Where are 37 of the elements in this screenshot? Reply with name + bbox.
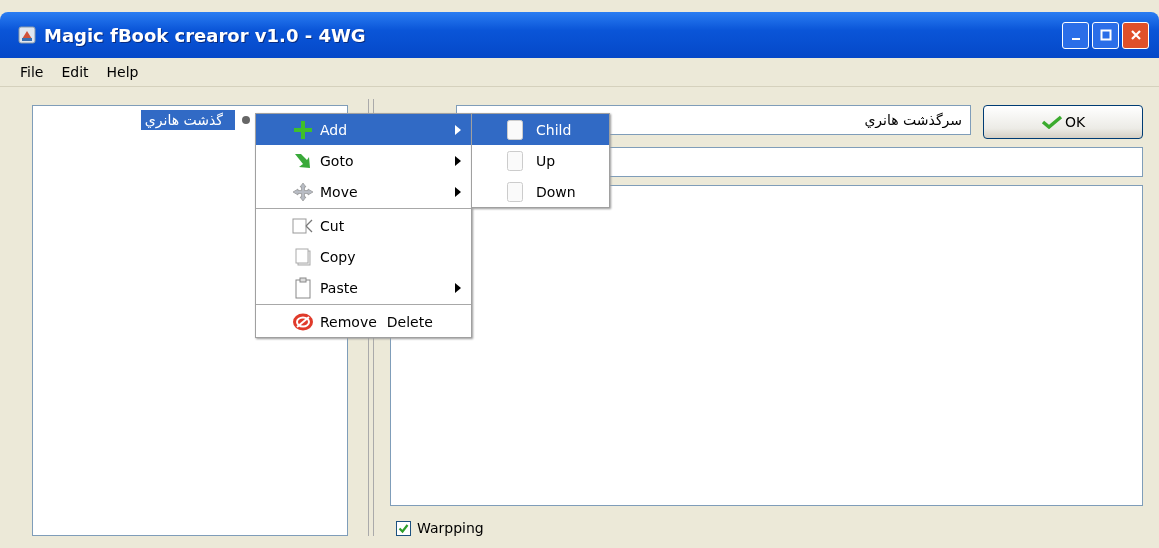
maximize-icon: [1099, 29, 1112, 41]
move-icon: [292, 181, 314, 202]
close-icon: [1129, 29, 1142, 41]
menu-item[interactable]: Edit: [61, 64, 89, 80]
app-icon: [18, 26, 36, 44]
page-icon: [506, 180, 524, 203]
maximize-button[interactable]: [1092, 21, 1119, 49]
menu-item[interactable]: Down: [472, 176, 609, 207]
cut-icon: [292, 216, 314, 235]
menu-item[interactable]: Child: [472, 114, 609, 145]
window-title: Magic fBook crearor v1.0 - 4WG: [44, 24, 366, 46]
menu-item[interactable]: Cut: [256, 210, 471, 241]
wrapping-checkbox[interactable]: Warpping: [390, 514, 484, 536]
plus-icon: [293, 119, 313, 140]
menu-item[interactable]: Copy: [256, 241, 471, 272]
copy-icon: [294, 246, 312, 267]
page-icon: [506, 118, 524, 141]
page-icon: [506, 149, 524, 172]
menu-item[interactable]: Paste: [256, 272, 471, 303]
clipboard-icon: [294, 276, 312, 299]
menu-item[interactable]: Help: [106, 64, 139, 80]
menu-item[interactable]: Up: [472, 145, 609, 176]
tree-item[interactable]: گذشت هانري: [140, 110, 235, 130]
ok-button[interactable]: OK: [983, 105, 1143, 139]
arrow-icon: [293, 151, 313, 170]
menu-item[interactable]: Goto: [256, 145, 471, 176]
menu-item[interactable]: File: [20, 64, 44, 80]
remove-icon: [292, 311, 314, 332]
checkbox-box[interactable]: [396, 520, 411, 536]
check-icon: [1040, 115, 1063, 129]
close-button[interactable]: [1122, 21, 1149, 49]
menu-item[interactable]: Add: [256, 114, 471, 145]
minimize-button[interactable]: [1062, 21, 1089, 49]
menu-item[interactable]: Move: [256, 176, 471, 207]
menu-item[interactable]: Remove Delete: [256, 306, 471, 337]
node-icon: [241, 115, 251, 125]
minimize-icon: [1071, 38, 1080, 40]
